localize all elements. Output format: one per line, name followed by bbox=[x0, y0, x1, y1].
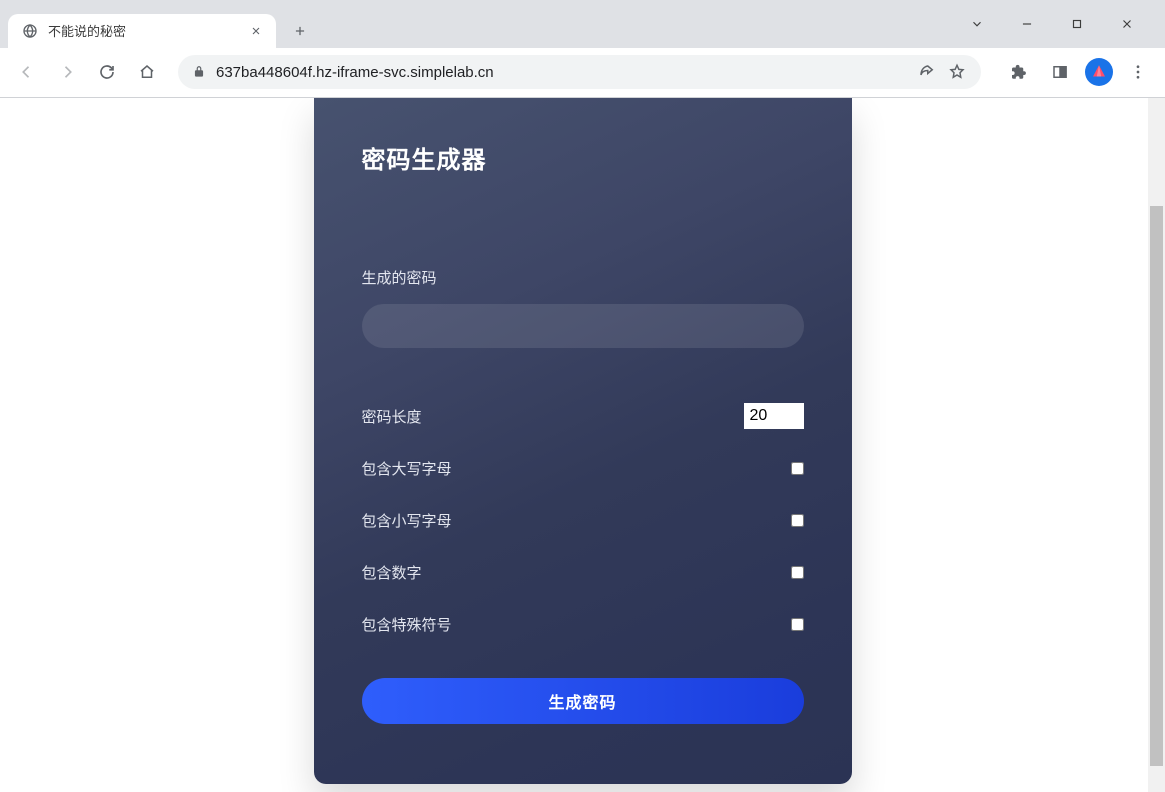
symbols-checkbox[interactable] bbox=[791, 618, 804, 631]
profile-avatar[interactable] bbox=[1085, 58, 1113, 86]
maximize-button[interactable] bbox=[1065, 12, 1089, 36]
option-length-row: 密码长度 bbox=[362, 390, 804, 442]
new-tab-button[interactable] bbox=[286, 17, 314, 45]
option-numbers-row: 包含数字 bbox=[362, 546, 804, 598]
tab-close-icon[interactable] bbox=[248, 23, 264, 39]
globe-icon bbox=[22, 23, 38, 39]
option-symbols-row: 包含特殊符号 bbox=[362, 598, 804, 650]
browser-toolbar: 637ba448604f.hz-iframe-svc.simplelab.cn bbox=[0, 48, 1165, 97]
lowercase-checkbox[interactable] bbox=[791, 514, 804, 527]
lowercase-label: 包含小写字母 bbox=[362, 510, 452, 531]
length-label: 密码长度 bbox=[362, 406, 422, 427]
url-text: 637ba448604f.hz-iframe-svc.simplelab.cn bbox=[216, 64, 494, 81]
generate-button[interactable]: 生成密码 bbox=[362, 678, 804, 724]
browser-tab[interactable]: 不能说的秘密 bbox=[8, 14, 276, 48]
back-button[interactable] bbox=[10, 55, 44, 89]
tab-strip: 不能说的秘密 bbox=[0, 10, 1165, 48]
scrollbar-thumb[interactable] bbox=[1150, 206, 1163, 766]
forward-button[interactable] bbox=[50, 55, 84, 89]
minimize-button[interactable] bbox=[1015, 12, 1039, 36]
page-viewport: 密码生成器 生成的密码 密码长度 包含大写字母 包含小写字母 bbox=[0, 98, 1165, 792]
length-input[interactable] bbox=[744, 403, 804, 429]
numbers-checkbox[interactable] bbox=[791, 566, 804, 579]
home-button[interactable] bbox=[130, 55, 164, 89]
reload-button[interactable] bbox=[90, 55, 124, 89]
symbols-label: 包含特殊符号 bbox=[362, 614, 452, 635]
close-window-button[interactable] bbox=[1115, 12, 1139, 36]
numbers-label: 包含数字 bbox=[362, 562, 422, 583]
window-dropdown-button[interactable] bbox=[965, 12, 989, 36]
extensions-icon[interactable] bbox=[1001, 55, 1035, 89]
options-section: 密码长度 包含大写字母 包含小写字母 包含数字 包含特殊符号 bbox=[362, 390, 804, 650]
address-bar[interactable]: 637ba448604f.hz-iframe-svc.simplelab.cn bbox=[178, 55, 981, 89]
result-label: 生成的密码 bbox=[362, 267, 804, 288]
uppercase-label: 包含大写字母 bbox=[362, 458, 452, 479]
card-title: 密码生成器 bbox=[362, 98, 804, 175]
window-controls bbox=[965, 4, 1165, 44]
share-icon[interactable] bbox=[917, 62, 937, 82]
omnibox-actions bbox=[917, 62, 967, 82]
uppercase-checkbox[interactable] bbox=[791, 462, 804, 475]
tab-title: 不能说的秘密 bbox=[48, 21, 248, 40]
option-lowercase-row: 包含小写字母 bbox=[362, 494, 804, 546]
browser-chrome: 不能说的秘密 bbox=[0, 0, 1165, 98]
result-output bbox=[362, 304, 804, 348]
password-generator-card: 密码生成器 生成的密码 密码长度 包含大写字母 包含小写字母 bbox=[314, 98, 852, 784]
toolbar-right-cluster bbox=[995, 55, 1155, 89]
page-content: 密码生成器 生成的密码 密码长度 包含大写字母 包含小写字母 bbox=[0, 98, 1165, 792]
kebab-menu-icon[interactable] bbox=[1121, 55, 1155, 89]
option-uppercase-row: 包含大写字母 bbox=[362, 442, 804, 494]
side-panel-icon[interactable] bbox=[1043, 55, 1077, 89]
lock-icon bbox=[192, 65, 206, 79]
bookmark-star-icon[interactable] bbox=[947, 62, 967, 82]
scrollbar-track[interactable] bbox=[1148, 98, 1165, 792]
result-section: 生成的密码 bbox=[362, 267, 804, 348]
